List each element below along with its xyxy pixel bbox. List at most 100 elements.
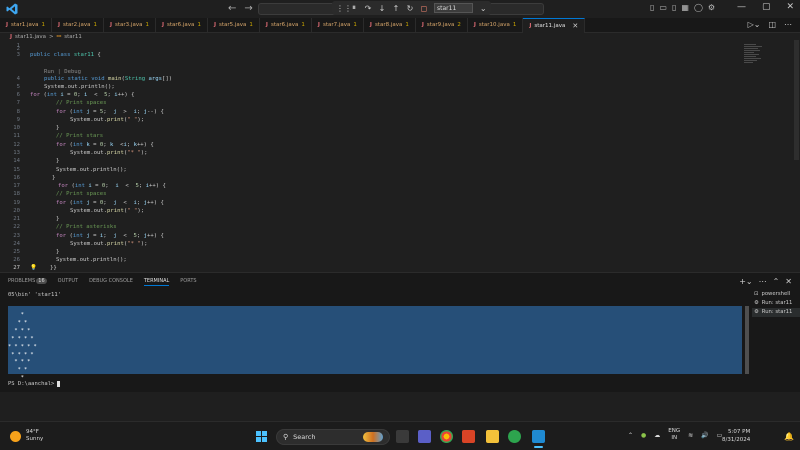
chevron-down-icon[interactable]: ⌄ bbox=[479, 4, 487, 13]
close-tab-icon[interactable]: ✕ bbox=[572, 19, 578, 33]
status-bar bbox=[0, 392, 800, 420]
chrome-icon[interactable] bbox=[440, 430, 453, 443]
windows-taskbar: 94°F Sunny ⚲ Search ⌃ ● ☁ ENG IN ≋ 🔊 ▭ 5:0… bbox=[0, 421, 800, 450]
java-file-icon: J bbox=[213, 22, 216, 28]
run-play-icon[interactable]: ▷⌄ bbox=[748, 20, 761, 29]
bottom-panel: PROBLEMS 16 OUTPUT DEBUG CONSOLE TERMINAL… bbox=[0, 272, 800, 392]
debug-terminal-icon: ⚙ bbox=[754, 300, 759, 306]
more-actions-icon[interactable]: ⋯ bbox=[759, 277, 767, 286]
clock[interactable]: 5:07 PM 8/31/2024 bbox=[722, 428, 750, 444]
maximize-panel-icon[interactable]: ⌃ bbox=[773, 277, 780, 286]
tab-star6-b[interactable]: Jstar6.java 1 bbox=[260, 18, 312, 33]
tab-star5[interactable]: Jstar5.java 1 bbox=[208, 18, 260, 33]
java-file-icon: J bbox=[473, 22, 476, 28]
code-editor[interactable]: 1 2 3 public class star11 { Run | Debug 4… bbox=[0, 42, 740, 272]
tab-star10[interactable]: Jstar10.java 1 bbox=[468, 18, 524, 33]
split-editor-icon[interactable]: ◫ bbox=[768, 20, 776, 29]
sun-icon bbox=[10, 430, 21, 442]
volume-icon[interactable]: 🔊 bbox=[701, 432, 708, 439]
tab-star6[interactable]: Jstar6.java 1 bbox=[156, 18, 208, 33]
java-file-icon: J bbox=[421, 22, 424, 28]
vscode-logo-icon bbox=[6, 3, 18, 15]
forward-arrow-icon[interactable]: → bbox=[244, 3, 252, 14]
cloud-icon[interactable]: ☁ bbox=[654, 432, 660, 439]
restart-icon[interactable]: ↻ bbox=[406, 4, 414, 13]
step-out-icon[interactable]: ↑ bbox=[392, 4, 400, 13]
back-arrow-icon[interactable]: ← bbox=[228, 3, 236, 14]
minimap[interactable] bbox=[744, 44, 766, 66]
toggle-panel-icon[interactable]: ▭ bbox=[659, 3, 667, 12]
java-file-icon: J bbox=[317, 22, 320, 28]
toggle-secondary-sidebar-icon[interactable]: ▯ bbox=[672, 3, 676, 12]
tab-debug-console[interactable]: DEBUG CONSOLE bbox=[89, 278, 133, 286]
toggle-sidebar-icon[interactable]: ▯ bbox=[650, 3, 654, 12]
tab-star1[interactable]: Jstar1.java 1 bbox=[0, 18, 52, 33]
editor-tab-bar: Jstar1.java 1 Jstar2.java 1 Jstar3.java 1 J… bbox=[0, 18, 800, 33]
java-file-icon: J bbox=[265, 22, 268, 28]
wifi-icon[interactable]: ≋ bbox=[688, 432, 693, 439]
weather-widget[interactable]: 94°F Sunny bbox=[10, 429, 43, 443]
tab-star2[interactable]: Jstar2.java 1 bbox=[52, 18, 104, 33]
tab-ports[interactable]: PORTS bbox=[180, 278, 196, 286]
title-bar: ← → ⋮⋮ ⏸ ↷ ↓ ↑ ↻ ◻ star11 ⌄ ▯ ▭ ▯ ▦ ◯ ⚙ … bbox=[0, 0, 800, 18]
java-file-icon: J bbox=[6, 22, 9, 28]
tab-star8[interactable]: Jstar8.java 1 bbox=[364, 18, 416, 33]
terminal-selection bbox=[8, 306, 742, 374]
run-config-select[interactable]: star11 bbox=[434, 3, 474, 13]
app-tray-icon[interactable]: ● bbox=[641, 432, 646, 439]
problems-count-badge: 16 bbox=[36, 278, 47, 284]
step-into-icon[interactable]: ↓ bbox=[378, 4, 386, 13]
terminal-prompt[interactable]: PS D:\aanchal> bbox=[8, 381, 61, 387]
more-actions-icon[interactable]: ⋯ bbox=[784, 20, 792, 29]
tab-star11[interactable]: Jstar11.java ✕ bbox=[523, 18, 586, 33]
teams-icon[interactable] bbox=[418, 430, 431, 443]
terminal-scrollbar[interactable] bbox=[745, 306, 749, 374]
task-view-icon[interactable] bbox=[396, 430, 409, 443]
tab-star9[interactable]: Jstar9.java 2 bbox=[416, 18, 468, 33]
terminal-item-powershell[interactable]: ⊡ powershell bbox=[752, 290, 800, 299]
breadcrumb: J star11.java > ⚯ star11 bbox=[10, 34, 82, 40]
notification-icon[interactable]: 🔔 bbox=[784, 432, 794, 441]
pause-icon[interactable]: ⏸ bbox=[350, 3, 358, 13]
java-file-icon: J bbox=[161, 22, 164, 28]
terminal-star-output: * * * * * * * * * * * * * * * * * * * * … bbox=[8, 312, 37, 382]
text-cursor bbox=[57, 381, 61, 387]
step-over-icon[interactable]: ↷ bbox=[364, 4, 372, 13]
editor-scrollbar[interactable] bbox=[794, 40, 799, 160]
terminal-previous-line: 05\bin' 'star11' bbox=[8, 292, 61, 298]
close-window-icon[interactable]: ✕ bbox=[786, 2, 794, 12]
tab-problems[interactable]: PROBLEMS 16 bbox=[8, 278, 47, 286]
manage-gear-icon[interactable]: ⚙ bbox=[708, 3, 715, 12]
customize-layout-icon[interactable]: ▦ bbox=[681, 3, 689, 12]
minimize-icon[interactable]: — bbox=[737, 2, 746, 12]
terminal-item-run-star11-active[interactable]: ⚙ Run: star11 bbox=[752, 308, 800, 317]
debug-toolbar: ⋮⋮ ⏸ ↷ ↓ ↑ ↻ ◻ star11 ⌄ bbox=[332, 1, 492, 15]
start-button[interactable] bbox=[256, 431, 267, 442]
debug-terminal-icon: ⚙ bbox=[754, 309, 759, 315]
language-indicator[interactable]: ENG IN bbox=[668, 428, 680, 442]
terminal-icon: ⊡ bbox=[754, 291, 759, 297]
brave-icon[interactable] bbox=[462, 430, 475, 443]
taskbar-search[interactable]: ⚲ Search bbox=[276, 429, 390, 445]
java-file-icon: J bbox=[10, 34, 13, 40]
vscode-taskbar-icon[interactable] bbox=[532, 430, 545, 448]
tab-output[interactable]: OUTPUT bbox=[58, 278, 78, 286]
maximize-icon[interactable]: ▢ bbox=[762, 2, 771, 12]
java-file-icon: J bbox=[109, 22, 113, 28]
system-tray: ⌃ ● ☁ ENG IN ≋ 🔊 ▭ bbox=[628, 428, 722, 442]
terminal-item-run-star11[interactable]: ⚙ Run: star11 bbox=[752, 299, 800, 308]
new-terminal-icon[interactable]: +⌄ bbox=[739, 277, 752, 286]
accounts-icon[interactable]: ◯ bbox=[694, 3, 703, 12]
java-file-icon: J bbox=[529, 23, 532, 29]
stop-icon[interactable]: ◻ bbox=[420, 4, 428, 13]
drag-handle-icon[interactable]: ⋮⋮ bbox=[336, 4, 352, 13]
chrome-profile-icon[interactable] bbox=[508, 430, 521, 443]
java-file-icon: J bbox=[57, 22, 61, 28]
file-explorer-icon[interactable] bbox=[486, 430, 499, 443]
chevron-up-icon[interactable]: ⌃ bbox=[628, 432, 633, 439]
tab-star3[interactable]: Jstar3.java 1 bbox=[104, 18, 156, 33]
tab-star7[interactable]: Jstar7.java 1 bbox=[312, 18, 364, 33]
search-icon: ⚲ bbox=[283, 433, 289, 441]
tab-terminal[interactable]: TERMINAL bbox=[143, 278, 170, 286]
close-panel-icon[interactable]: ✕ bbox=[785, 277, 792, 286]
